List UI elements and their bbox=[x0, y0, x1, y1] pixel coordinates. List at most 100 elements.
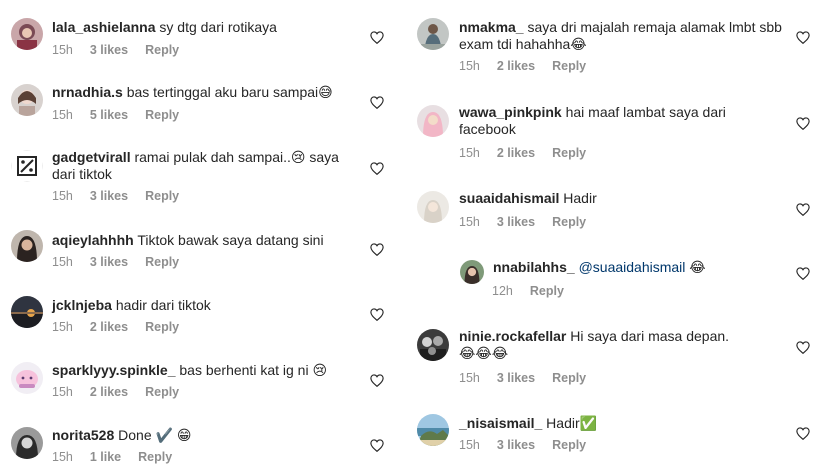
comment-text: _nisaismail_ Hadir✅ bbox=[459, 415, 597, 432]
heart-icon[interactable] bbox=[370, 374, 384, 387]
reply-button[interactable]: Reply bbox=[552, 146, 586, 160]
timestamp[interactable]: 15h bbox=[52, 255, 73, 269]
reply-button[interactable]: Reply bbox=[552, 215, 586, 229]
likes-count[interactable]: 2 likes bbox=[90, 320, 128, 334]
comment-body: Done ✔️ 😁 bbox=[118, 427, 192, 443]
heart-icon[interactable] bbox=[796, 203, 810, 216]
reply-button[interactable]: Reply bbox=[145, 385, 179, 399]
username[interactable]: nrnadhia.s bbox=[52, 84, 123, 100]
reply-button[interactable]: Reply bbox=[552, 59, 586, 73]
comment-meta: 15h 3 likes Reply bbox=[459, 371, 586, 385]
likes-count[interactable]: 3 likes bbox=[497, 371, 535, 385]
comment-text: nrnadhia.s bas tertinggal aku baru sampa… bbox=[52, 84, 333, 101]
mention-link[interactable]: @suaaidahismail bbox=[579, 259, 686, 275]
likes-count[interactable]: 3 likes bbox=[90, 43, 128, 57]
timestamp[interactable]: 15h bbox=[52, 108, 73, 122]
comment-item: nmakma_ saya dri majalah remaja alamak l… bbox=[405, 0, 832, 90]
reply-button[interactable]: Reply bbox=[145, 255, 179, 269]
comment-body: hadir dari tiktok bbox=[115, 297, 211, 313]
username[interactable]: jcklnjeba bbox=[52, 297, 112, 313]
comment-item: nrnadhia.s bas tertinggal aku baru sampa… bbox=[0, 65, 400, 130]
reply-button[interactable]: Reply bbox=[145, 108, 179, 122]
heart-icon[interactable] bbox=[796, 427, 810, 440]
avatar[interactable] bbox=[417, 191, 449, 223]
comment-meta: 15h 5 likes Reply bbox=[52, 108, 179, 122]
heart-icon[interactable] bbox=[370, 439, 384, 452]
likes-count[interactable]: 2 likes bbox=[497, 146, 535, 160]
comment-body: Hadir bbox=[563, 190, 597, 206]
comment-meta: 15h 1 like Reply bbox=[52, 450, 172, 464]
username[interactable]: sparklyyy.spinkle_ bbox=[52, 362, 175, 378]
heart-icon[interactable] bbox=[370, 96, 384, 109]
comment-meta: 15h 2 likes Reply bbox=[459, 59, 586, 73]
heart-icon[interactable] bbox=[796, 117, 810, 130]
heart-icon[interactable] bbox=[370, 308, 384, 321]
comment-body: Hadir✅ bbox=[546, 415, 598, 431]
username[interactable]: norita528 bbox=[52, 427, 114, 443]
username[interactable]: ninie.rockafellar bbox=[459, 328, 566, 344]
timestamp[interactable]: 15h bbox=[459, 59, 480, 73]
timestamp[interactable]: 15h bbox=[459, 146, 480, 160]
comment-meta: 15h 3 likes Reply bbox=[52, 189, 179, 203]
avatar[interactable] bbox=[11, 296, 43, 328]
avatar[interactable] bbox=[11, 150, 43, 182]
avatar[interactable] bbox=[11, 230, 43, 262]
reply-button[interactable]: Reply bbox=[145, 43, 179, 57]
timestamp[interactable]: 15h bbox=[52, 385, 73, 399]
comment-item: ninie.rockafellar Hi saya dari masa depa… bbox=[405, 320, 832, 403]
avatar[interactable] bbox=[11, 427, 43, 459]
reply-button[interactable]: Reply bbox=[530, 284, 564, 298]
avatar[interactable] bbox=[417, 105, 449, 137]
heart-icon[interactable] bbox=[370, 31, 384, 44]
likes-count[interactable]: 5 likes bbox=[90, 108, 128, 122]
reply-button[interactable]: Reply bbox=[138, 450, 172, 464]
timestamp[interactable]: 15h bbox=[52, 189, 73, 203]
heart-icon[interactable] bbox=[370, 243, 384, 256]
username[interactable]: aqieylahhhh bbox=[52, 232, 134, 248]
timestamp[interactable]: 15h bbox=[52, 450, 73, 464]
comment-text: nnabilahhs_ @suaaidahismail 😂 bbox=[493, 259, 706, 276]
comment-item: gadgetvirall ramai pulak dah sampai..😢 s… bbox=[0, 130, 400, 220]
timestamp[interactable]: 15h bbox=[52, 320, 73, 334]
heart-icon[interactable] bbox=[370, 162, 384, 175]
username[interactable]: _nisaismail_ bbox=[459, 415, 542, 431]
comment-item: lala_ashielanna sy dtg dari rotikaya 15h… bbox=[0, 0, 400, 65]
comment-item: jcklnjeba hadir dari tiktok 15h 2 likes Re… bbox=[0, 285, 400, 350]
avatar[interactable] bbox=[11, 362, 43, 394]
avatar[interactable] bbox=[417, 414, 449, 446]
timestamp[interactable]: 15h bbox=[459, 215, 480, 229]
reply-button[interactable]: Reply bbox=[552, 371, 586, 385]
timestamp[interactable]: 15h bbox=[459, 371, 480, 385]
heart-icon[interactable] bbox=[796, 341, 810, 354]
likes-count[interactable]: 1 like bbox=[90, 450, 121, 464]
likes-count[interactable]: 3 likes bbox=[497, 215, 535, 229]
avatar[interactable] bbox=[11, 18, 43, 50]
avatar[interactable] bbox=[11, 84, 43, 116]
avatar[interactable] bbox=[417, 18, 449, 50]
username[interactable]: nmakma_ bbox=[459, 19, 524, 35]
reply-button[interactable]: Reply bbox=[145, 320, 179, 334]
comment-reply-item: nnabilahhs_ @suaaidahismail 😂 12h Reply bbox=[405, 255, 832, 320]
avatar[interactable] bbox=[417, 329, 449, 361]
username[interactable]: nnabilahhs_ bbox=[493, 259, 575, 275]
timestamp[interactable]: 12h bbox=[492, 284, 513, 298]
username[interactable]: wawa_pinkpink bbox=[459, 104, 562, 120]
username[interactable]: suaaidahismail bbox=[459, 190, 559, 206]
likes-count[interactable]: 3 likes bbox=[90, 189, 128, 203]
reply-button[interactable]: Reply bbox=[145, 189, 179, 203]
username[interactable]: gadgetvirall bbox=[52, 149, 131, 165]
likes-count[interactable]: 2 likes bbox=[497, 59, 535, 73]
comment-text: norita528 Done ✔️ 😁 bbox=[52, 427, 191, 444]
likes-count[interactable]: 3 likes bbox=[90, 255, 128, 269]
username[interactable]: lala_ashielanna bbox=[52, 19, 156, 35]
timestamp[interactable]: 15h bbox=[52, 43, 73, 57]
comment-item: aqieylahhhh Tiktok bawak saya datang sin… bbox=[0, 220, 400, 285]
avatar[interactable] bbox=[460, 260, 484, 284]
reply-button[interactable]: Reply bbox=[552, 438, 586, 452]
likes-count[interactable]: 2 likes bbox=[90, 385, 128, 399]
likes-count[interactable]: 3 likes bbox=[497, 438, 535, 452]
heart-icon[interactable] bbox=[796, 31, 810, 44]
timestamp[interactable]: 15h bbox=[459, 438, 480, 452]
heart-icon[interactable] bbox=[796, 267, 810, 280]
comment-body: bas berhenti kat ig ni 😢 bbox=[179, 362, 328, 378]
